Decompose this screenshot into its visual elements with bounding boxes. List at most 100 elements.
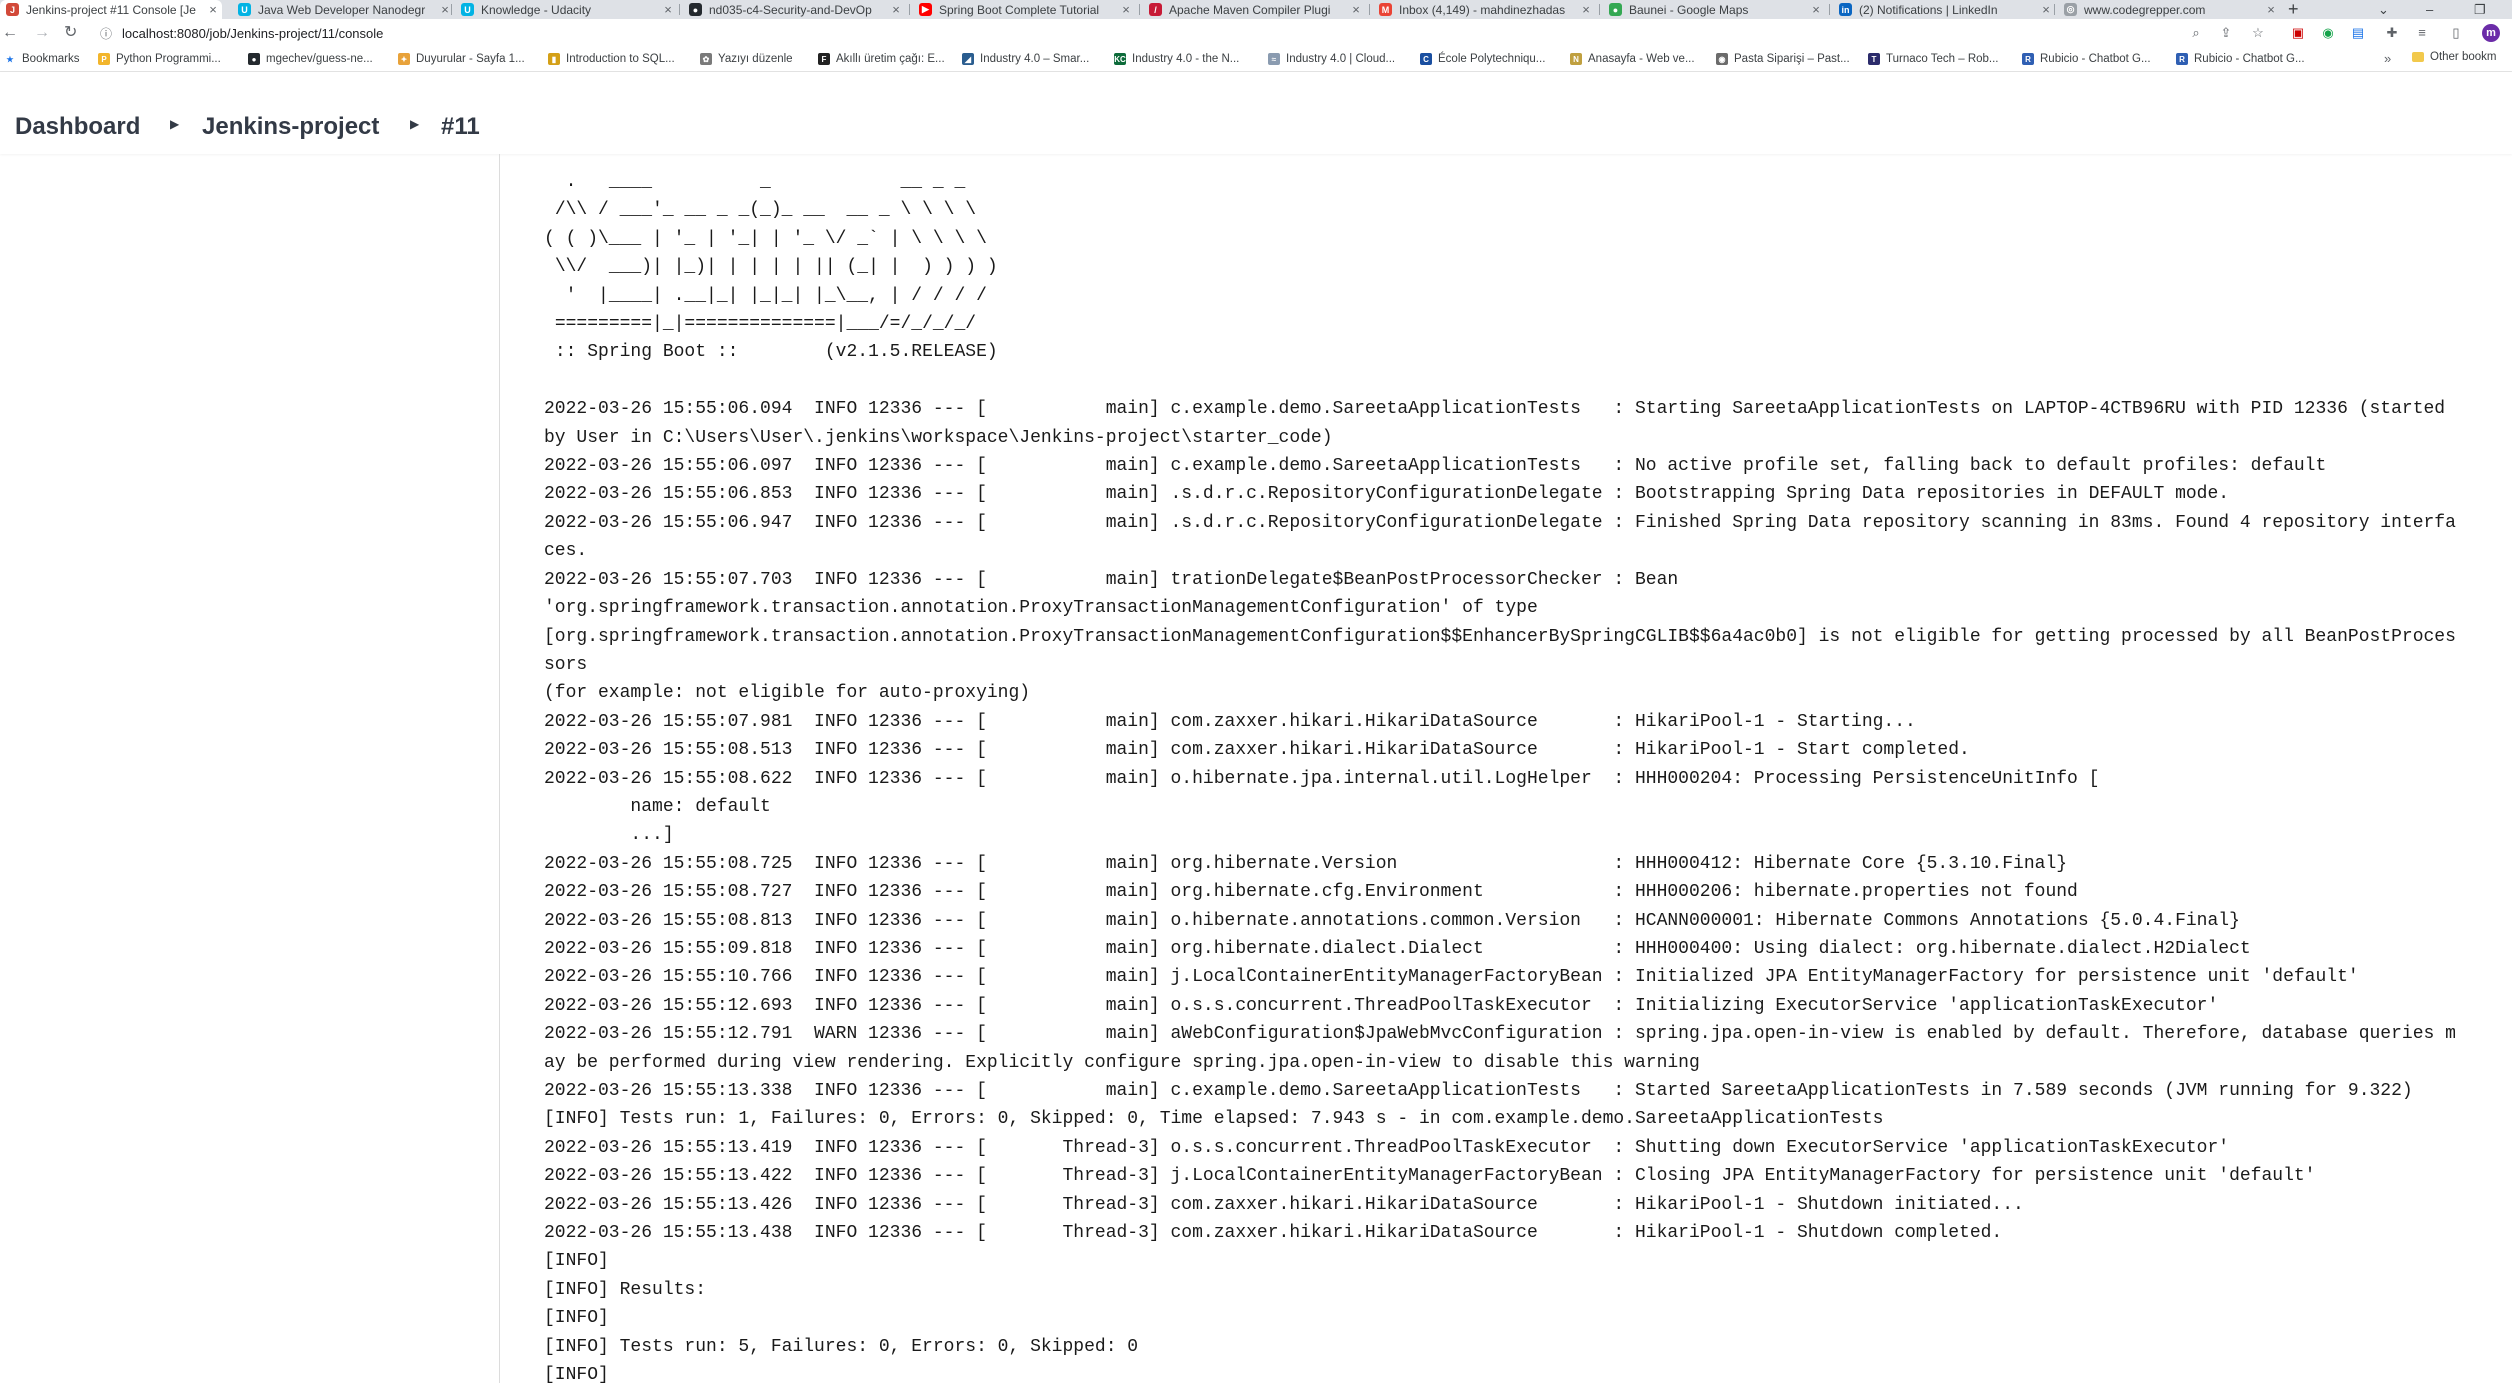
restore-icon[interactable]: ❐ <box>2474 0 2486 19</box>
browser-tab[interactable]: in (2) Notifications | LinkedIn × <box>1833 0 2055 19</box>
breadcrumb-chevron-icon[interactable]: ▶ <box>170 117 179 131</box>
bookmark-label: Turnaco Tech – Rob... <box>1886 53 1999 65</box>
tab-separator <box>1829 4 1830 15</box>
tab-title: Knowledge - Udacity <box>481 2 592 17</box>
bookmark-label: Industry 4.0 | Cloud... <box>1286 53 1396 65</box>
breadcrumb-project[interactable]: Jenkins-project <box>202 112 379 142</box>
other-bookmarks-folder[interactable]: Other bookm <box>2412 51 2496 63</box>
bookmark-item[interactable]: ✿ Yazıyı düzenle <box>700 51 793 67</box>
tab-separator <box>451 4 452 15</box>
browser-tab[interactable]: J Jenkins-project #11 Console [Je × <box>0 0 222 19</box>
close-tab-icon[interactable]: × <box>1347 2 1365 17</box>
tab-title: Inbox (4,149) - mahdinezhadas <box>1399 2 1566 17</box>
bookmark-item[interactable]: ✦ Duyurular - Sayfa 1... <box>398 51 525 67</box>
reload-icon[interactable]: ↻ <box>64 23 77 43</box>
pdf-extension-icon[interactable]: ▣ <box>2290 25 2306 41</box>
close-tab-icon[interactable]: × <box>2037 2 2055 17</box>
new-tab-button[interactable]: + <box>2288 0 2299 19</box>
bookmark-item[interactable]: T Turnaco Tech – Rob... <box>1868 51 1999 67</box>
close-tab-icon[interactable]: × <box>2262 2 2280 17</box>
tab-title: Spring Boot Complete Tutorial <box>939 2 1100 17</box>
bookmark-label: Yazıyı düzenle <box>718 53 793 65</box>
reading-list-icon[interactable]: ≡ <box>2414 25 2430 41</box>
browser-tab[interactable]: U Java Web Developer Nanodegr × <box>232 0 454 19</box>
bookmark-favicon-icon: R <box>2176 53 2188 65</box>
tab-search-icon[interactable]: ⌄ <box>2378 0 2389 19</box>
url-text[interactable]: localhost:8080/job/Jenkins-project/11/co… <box>122 26 383 41</box>
close-tab-icon[interactable]: × <box>1807 2 1825 17</box>
close-tab-icon[interactable]: × <box>1577 2 1595 17</box>
grammarly-extension-icon[interactable]: ◉ <box>2320 25 2336 41</box>
bookmark-item[interactable]: R Rubicio - Chatbot G... <box>2022 51 2151 67</box>
bookmark-label: Bookmarks <box>22 53 80 65</box>
browser-tab[interactable]: ▶ Spring Boot Complete Tutorial × <box>913 0 1135 19</box>
more-bookmarks-chevron[interactable]: » <box>2384 51 2391 66</box>
tab-separator <box>2054 4 2055 15</box>
bookmark-favicon-icon: T <box>1868 53 1880 65</box>
github-icon: ● <box>689 3 702 16</box>
tab-title: Java Web Developer Nanodegr <box>258 2 426 17</box>
close-tab-icon[interactable]: × <box>887 2 905 17</box>
back-icon[interactable]: ← <box>2 23 18 43</box>
bookmark-favicon-icon: ▮ <box>548 53 560 65</box>
bookmark-item[interactable]: R Rubicio - Chatbot G... <box>2176 51 2305 67</box>
browser-tab[interactable]: / Apache Maven Compiler Plugi × <box>1143 0 1365 19</box>
tab-title: Jenkins-project #11 Console [Je <box>26 2 196 17</box>
breadcrumb-build[interactable]: #11 <box>441 112 480 142</box>
udacity-icon: U <box>461 3 474 16</box>
bookmark-item[interactable]: ● mgechev/guess-ne... <box>248 51 373 67</box>
bookmark-label: Python Programmi... <box>116 53 221 65</box>
bookmark-favicon-icon: ★ <box>6 54 14 64</box>
bookmark-favicon-icon: R <box>2022 53 2034 65</box>
side-panel-icon[interactable]: ▯ <box>2448 25 2464 41</box>
bookmark-item[interactable]: ★ Bookmarks <box>4 51 80 67</box>
browser-tab[interactable]: ◎ www.codegrepper.com × <box>2058 0 2280 19</box>
bookmarks-bar: ★ Bookmarks P Python Programmi... ● mgechev/g… <box>0 47 2512 72</box>
address-bar[interactable]: ⓘ localhost:8080/job/Jenkins-project/11/… <box>100 23 2200 43</box>
extensions-puzzle-icon[interactable]: ✚ <box>2384 25 2400 41</box>
bookmark-item[interactable]: ▮ Introduction to SQL... <box>548 51 675 67</box>
share-icon[interactable]: ⇪ <box>2218 25 2234 41</box>
bookmark-favicon-icon: KC <box>1114 53 1126 65</box>
bookmark-item[interactable]: N Anasayfa - Web ve... <box>1570 51 1695 67</box>
bookmark-item[interactable]: F Akıllı üretim çağı: E... <box>818 51 945 67</box>
forward-icon[interactable]: → <box>34 23 50 43</box>
bookmark-label: Anasayfa - Web ve... <box>1588 53 1695 65</box>
close-tab-icon[interactable]: × <box>204 2 222 17</box>
zoom-icon[interactable]: ⌕ <box>2188 25 2204 41</box>
site-info-icon[interactable]: ⓘ <box>100 25 112 42</box>
bookmark-item[interactable]: ≈ Industry 4.0 | Cloud... <box>1268 51 1395 67</box>
close-tab-icon[interactable]: × <box>659 2 677 17</box>
browser-tab[interactable]: ● Baunei - Google Maps × <box>1603 0 1825 19</box>
browser-tab[interactable]: M Inbox (4,149) - mahdinezhadas × <box>1373 0 1595 19</box>
breadcrumb-dashboard[interactable]: Dashboard <box>15 112 140 142</box>
breadcrumb-chevron-icon[interactable]: ▶ <box>410 117 419 131</box>
bookmark-star-icon[interactable]: ☆ <box>2250 25 2266 41</box>
bookmark-favicon-icon: ◉ <box>1716 53 1728 65</box>
bookmark-item[interactable]: ◉ Pasta Siparişi – Past... <box>1716 51 1850 67</box>
translate-extension-icon[interactable]: ▤ <box>2350 25 2366 41</box>
bookmark-favicon-icon: ◢ <box>962 53 974 65</box>
side-panel <box>0 154 499 1383</box>
bookmark-label: Introduction to SQL... <box>566 53 675 65</box>
bookmark-item[interactable]: KC Industry 4.0 - the N... <box>1114 51 1239 67</box>
bookmark-label: Rubicio - Chatbot G... <box>2040 53 2151 65</box>
close-tab-icon[interactable]: × <box>1117 2 1135 17</box>
browser-tab[interactable]: ● nd035-c4-Security-and-DevOp × <box>683 0 905 19</box>
minimize-icon[interactable]: – <box>2426 0 2433 19</box>
youtube-icon: ▶ <box>919 3 932 16</box>
console-output-panel: . ____ _ __ _ _ /\\ / ___'_ __ _ _(_)_ _… <box>499 154 2492 1383</box>
bookmark-favicon-icon: ✿ <box>700 53 712 65</box>
bookmark-item[interactable]: C École Polytechniqu... <box>1420 51 1545 67</box>
maven-icon: / <box>1149 3 1162 16</box>
other-bookmarks-label: Other bookm <box>2430 51 2497 63</box>
profile-avatar[interactable]: m <box>2482 24 2500 42</box>
jenkins-breadcrumb-bar: Dashboard ▶ Jenkins-project ▶ #11 <box>0 72 2512 154</box>
bookmark-item[interactable]: ◢ Industry 4.0 – Smar... <box>962 51 1089 67</box>
bookmark-item[interactable]: P Python Programmi... <box>98 51 221 67</box>
bookmark-label: Pasta Siparişi – Past... <box>1734 53 1850 65</box>
bookmark-label: École Polytechniqu... <box>1438 53 1546 65</box>
globe-icon: ◎ <box>2064 3 2077 16</box>
browser-tab[interactable]: U Knowledge - Udacity × <box>455 0 677 19</box>
tab-separator <box>1369 4 1370 15</box>
